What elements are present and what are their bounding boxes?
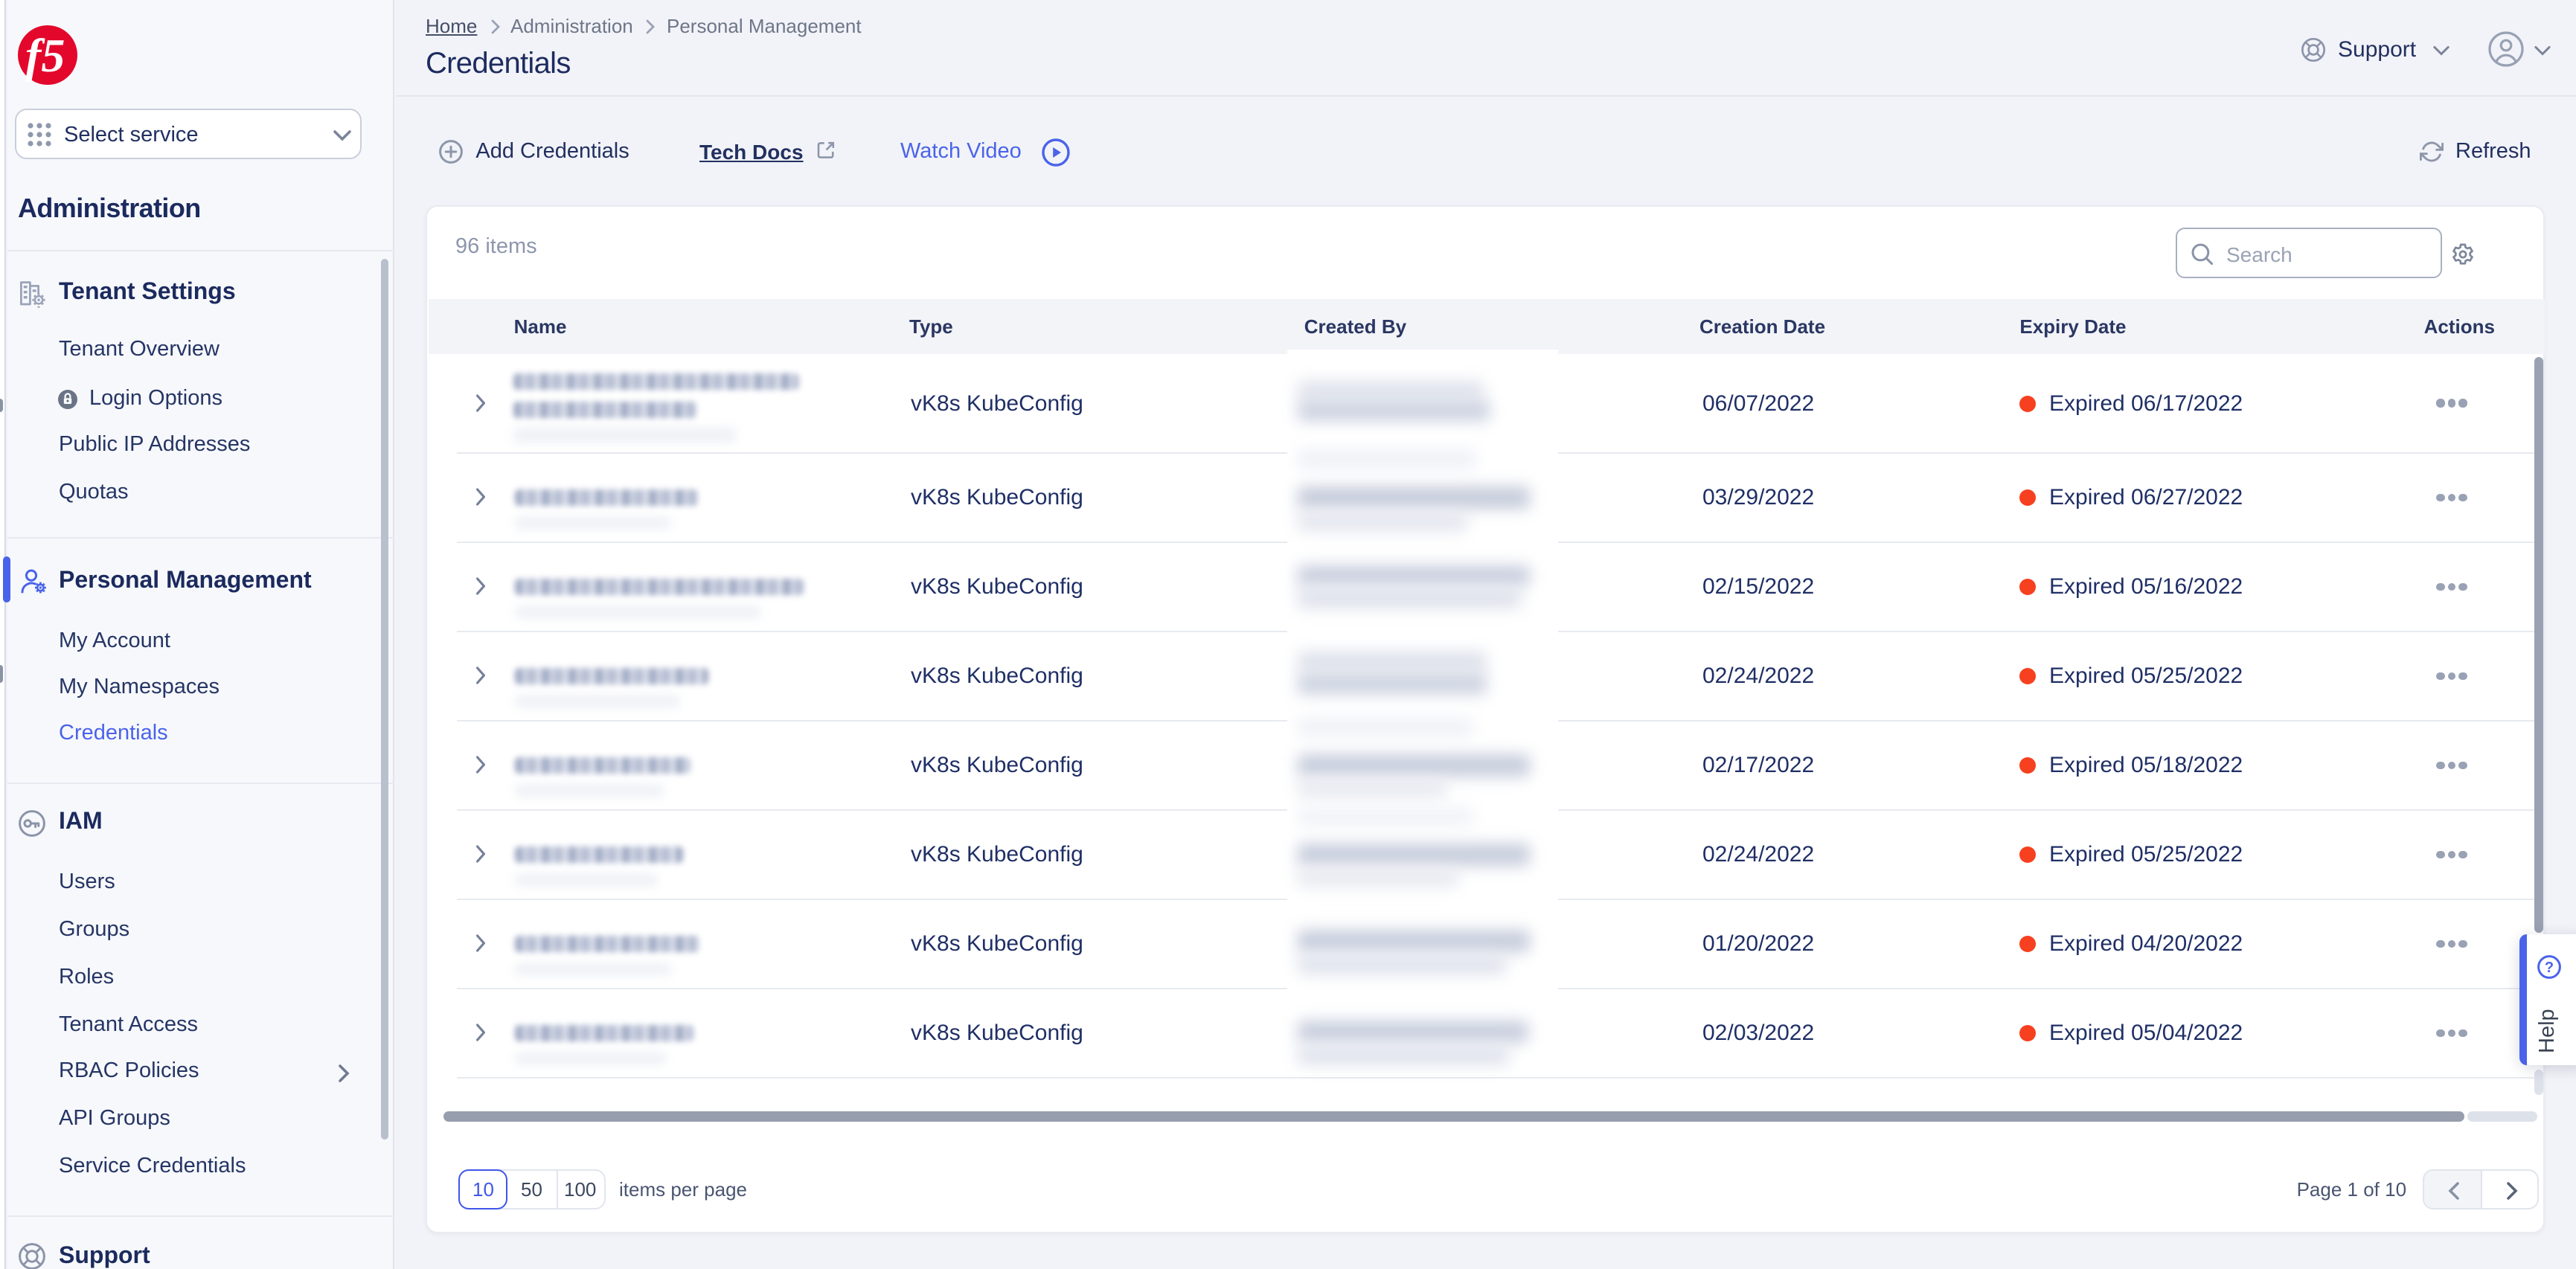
svg-text:f5: f5 (25, 29, 65, 82)
svg-text:?: ? (2545, 959, 2554, 975)
